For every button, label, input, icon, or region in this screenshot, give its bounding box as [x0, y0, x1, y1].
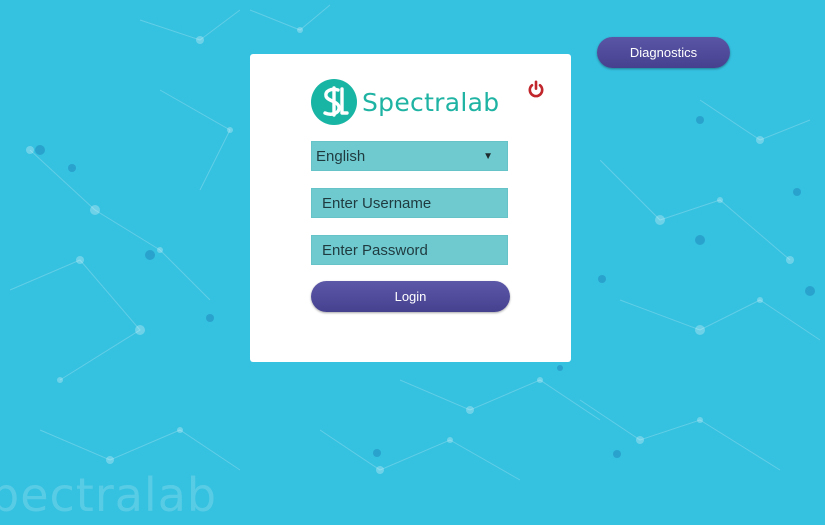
- language-select[interactable]: English ▼: [311, 141, 508, 171]
- brand-watermark: pectralab: [0, 468, 218, 522]
- logo-mark-icon: [311, 79, 357, 125]
- password-field-wrapper: [311, 235, 508, 265]
- power-icon[interactable]: [527, 80, 545, 98]
- password-input[interactable]: [322, 241, 507, 259]
- username-input[interactable]: [322, 194, 507, 212]
- login-button[interactable]: Login: [311, 281, 510, 312]
- brand-name: Spectralab: [362, 87, 500, 117]
- username-field-wrapper: [311, 188, 508, 218]
- diagnostics-button[interactable]: Diagnostics: [597, 37, 730, 68]
- brand-logo: Spectralab: [311, 79, 499, 125]
- login-screen: pectralab Diagnostics Spectralab English…: [0, 0, 825, 525]
- login-card: Spectralab English ▼ Login: [250, 54, 571, 362]
- language-selected-value: English: [316, 147, 366, 165]
- dropdown-arrow-icon: ▼: [483, 151, 493, 162]
